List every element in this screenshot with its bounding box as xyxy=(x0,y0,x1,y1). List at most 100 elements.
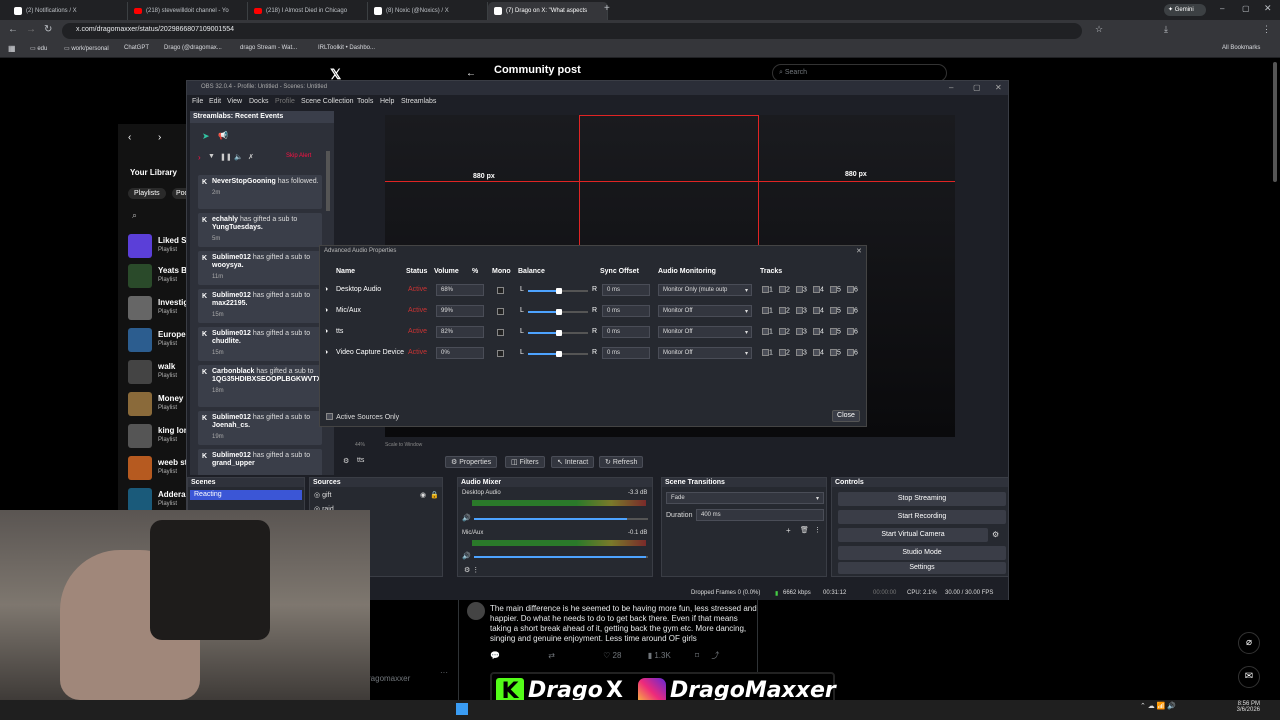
audio-monitoring-select[interactable]: Monitor Off ▾ xyxy=(658,305,752,317)
bookmark-item[interactable]: ChatGPT xyxy=(124,45,149,51)
avatar[interactable] xyxy=(467,602,485,620)
properties-button[interactable]: ⚙ Properties xyxy=(445,456,498,468)
track-checkbox[interactable]: 5 xyxy=(830,349,841,356)
all-bookmarks[interactable]: All Bookmarks xyxy=(1222,45,1260,51)
volume-slider[interactable] xyxy=(474,518,648,520)
mixer-settings-icon[interactable]: ⚙ ⋮ xyxy=(464,566,479,574)
sync-offset-field[interactable]: 0 ms xyxy=(602,326,650,338)
track-checkbox[interactable]: 3 xyxy=(796,307,807,314)
skip-alert-button[interactable]: Skip Alert xyxy=(286,153,311,159)
bookmark-item[interactable]: ▭ edu xyxy=(30,45,47,52)
bookmark-item[interactable]: ▭ work/personal xyxy=(64,45,109,52)
reload-icon[interactable]: ↻ xyxy=(44,24,52,35)
bookmark-icon[interactable]: ⌑ xyxy=(695,651,699,660)
track-checkbox[interactable]: 4 xyxy=(813,328,824,335)
apps-grid-icon[interactable]: ▦ xyxy=(8,44,16,53)
system-tray-icons[interactable]: ⌃ ☁ 📶 🔊 xyxy=(1140,702,1176,710)
track-checkbox[interactable]: 5 xyxy=(830,328,841,335)
forward-arrow-icon[interactable]: → xyxy=(26,24,36,35)
track-checkbox[interactable]: 2 xyxy=(779,349,790,356)
menu-edit[interactable]: Edit xyxy=(209,98,221,105)
clock[interactable]: 8:56 PM 3/6/2026 xyxy=(1216,701,1260,713)
transition-select[interactable]: Fade ▾ xyxy=(666,492,824,504)
kebab-icon[interactable]: ⋮ xyxy=(814,526,821,534)
settings-gear-icon[interactable]: ⚙ xyxy=(343,457,349,465)
volume-field[interactable]: 99% xyxy=(436,305,484,317)
audio-monitoring-select[interactable]: Monitor Only (mute outp ▾ xyxy=(658,284,752,296)
slider-knob[interactable] xyxy=(556,309,562,315)
interact-button[interactable]: ↖ Interact xyxy=(551,456,595,468)
add-icon[interactable]: + xyxy=(786,526,791,535)
scene-item-active[interactable]: Reacting xyxy=(190,490,302,500)
track-checkbox[interactable]: 6 xyxy=(847,286,858,293)
sync-offset-field[interactable]: 0 ms xyxy=(602,284,650,296)
close-button[interactable]: Close xyxy=(832,410,860,422)
megaphone-icon[interactable]: 📢 xyxy=(218,131,228,140)
trash-icon[interactable]: 🗑 xyxy=(800,526,809,534)
back-arrow-icon[interactable]: ← xyxy=(466,68,476,79)
minimize-button[interactable]: – xyxy=(1220,4,1224,13)
sync-offset-field[interactable]: 0 ms xyxy=(602,305,650,317)
maximize-button[interactable]: ▢ xyxy=(1242,4,1250,13)
mono-checkbox[interactable] xyxy=(497,350,504,357)
balance-slider[interactable] xyxy=(528,309,588,315)
slider-knob[interactable] xyxy=(556,288,562,294)
download-icon[interactable]: ⤓ xyxy=(1164,24,1168,35)
close-window-button[interactable]: ✕ xyxy=(995,83,1002,92)
chevron-right-icon[interactable]: › xyxy=(198,153,201,162)
track-checkbox[interactable]: 6 xyxy=(847,349,858,356)
reply-icon[interactable]: 💬 xyxy=(490,651,500,660)
settings-button[interactable]: Settings xyxy=(838,562,1006,574)
minimize-button[interactable]: – xyxy=(949,83,953,92)
track-checkbox[interactable]: 4 xyxy=(813,307,824,314)
speaker-icon[interactable]: 🔊 xyxy=(462,552,471,560)
refresh-button[interactable]: ↻ Refresh xyxy=(599,456,644,468)
slider-knob[interactable] xyxy=(556,351,562,357)
mono-checkbox[interactable] xyxy=(497,287,504,294)
duration-field[interactable]: 400 ms xyxy=(696,509,824,521)
start-recording-button[interactable]: Start Recording xyxy=(838,510,1006,524)
track-checkbox[interactable]: 4 xyxy=(813,286,824,293)
mute-icon[interactable]: ✗ xyxy=(248,153,254,161)
volume-field[interactable]: 82% xyxy=(436,326,484,338)
bookmark-item[interactable]: Drago (@dragomax... xyxy=(164,45,222,51)
track-checkbox[interactable]: 4 xyxy=(813,349,824,356)
windows-start-icon[interactable] xyxy=(456,703,468,715)
gemini-button[interactable]: ✦ Gemini xyxy=(1164,4,1206,16)
new-tab-button[interactable]: + xyxy=(604,3,610,14)
volume-field[interactable]: 68% xyxy=(436,284,484,296)
retweet-icon[interactable]: ⇄ xyxy=(548,651,555,660)
track-checkbox[interactable]: 2 xyxy=(779,286,790,293)
menu-scene-collection[interactable]: Scene Collection xyxy=(301,98,354,105)
track-checkbox[interactable]: 2 xyxy=(779,328,790,335)
close-window-button[interactable]: ✕ xyxy=(1264,3,1272,14)
browser-tab[interactable]: (8) Noxic (@Noxics) / X xyxy=(368,2,488,20)
menu-tools[interactable]: Tools xyxy=(357,98,373,105)
track-checkbox[interactable]: 1 xyxy=(762,349,773,356)
back-arrow-icon[interactable]: ← xyxy=(8,24,18,35)
grok-icon[interactable]: ⌀ xyxy=(1238,632,1260,654)
bookmark-item[interactable]: drago Stream - Wat... xyxy=(240,45,297,51)
eye-icon[interactable]: ◉ xyxy=(420,491,426,499)
mono-checkbox[interactable] xyxy=(497,308,504,315)
forward-chevron-icon[interactable]: › xyxy=(158,132,161,143)
browser-tab-active[interactable]: (7) Drago on X: "What aspects xyxy=(488,2,608,20)
track-checkbox[interactable]: 6 xyxy=(847,328,858,335)
menu-view[interactable]: View xyxy=(227,98,242,105)
menu-help[interactable]: Help xyxy=(380,98,394,105)
menu-kebab-icon[interactable]: ⋮ xyxy=(1262,24,1271,35)
track-checkbox[interactable]: 3 xyxy=(796,328,807,335)
library-item[interactable]: king lon Playlist xyxy=(128,424,190,450)
mono-checkbox[interactable] xyxy=(497,329,504,336)
filter-playlists[interactable]: Playlists xyxy=(128,188,166,199)
browser-tab[interactable]: (218) I Almost Died in Chicago xyxy=(248,2,368,20)
like-icon[interactable]: ♡ xyxy=(603,651,610,660)
audio-monitoring-select[interactable]: Monitor Off ▾ xyxy=(658,347,752,359)
library-item[interactable]: Investig Playlist xyxy=(128,296,190,322)
library-item[interactable]: Yeats B Playlist xyxy=(128,264,190,290)
track-checkbox[interactable]: 5 xyxy=(830,307,841,314)
library-item[interactable]: walk Playlist xyxy=(128,360,190,386)
menu-streamlabs[interactable]: Streamlabs xyxy=(401,98,436,105)
track-checkbox[interactable]: 3 xyxy=(796,349,807,356)
track-checkbox[interactable]: 2 xyxy=(779,307,790,314)
